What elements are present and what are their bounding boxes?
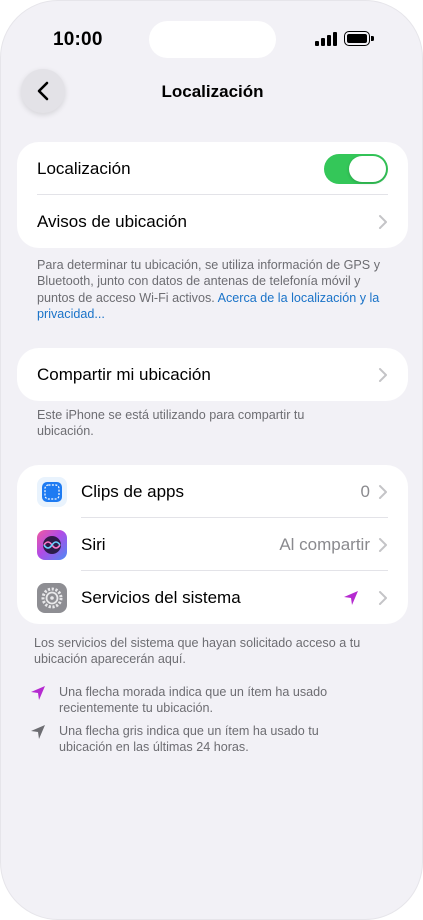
apps-location-group: Clips de apps 0 Siri Al compartir Servic…: [17, 465, 408, 624]
location-settings-group: Localización Avisos de ubicación: [17, 142, 408, 248]
apps-footnote: Los servicios del sistema que hayan soli…: [34, 636, 361, 667]
siri-row[interactable]: Siri Al compartir: [17, 518, 408, 571]
location-services-row: Localización: [17, 142, 408, 195]
chevron-right-icon: [379, 367, 387, 382]
location-arrow-purple-icon: [31, 686, 45, 700]
app-clips-label: Clips de apps: [81, 481, 185, 501]
page-title: Localización: [161, 82, 264, 101]
location-arrow-purple-icon: [344, 590, 358, 605]
chevron-right-icon: [379, 590, 387, 605]
status-time: 10:00: [53, 29, 103, 50]
location-services-toggle[interactable]: [324, 153, 388, 184]
system-gear-icon: [37, 582, 67, 613]
app-clips-icon: [37, 476, 67, 507]
siri-value: Al compartir: [279, 534, 370, 554]
share-location-group: Compartir mi ubicación: [17, 348, 408, 401]
app-clips-value: 0: [360, 481, 370, 501]
system-services-label: Servicios del sistema: [81, 587, 241, 607]
battery-icon: [344, 31, 374, 46]
chevron-right-icon: [379, 537, 387, 552]
system-services-row[interactable]: Servicios del sistema: [17, 571, 408, 624]
app-clips-row[interactable]: Clips de apps 0: [17, 465, 408, 518]
status-bar: 10:00: [1, 1, 422, 71]
cellular-signal-icon: [315, 32, 337, 46]
share-footnote: Este iPhone se está utilizando para comp…: [37, 408, 305, 439]
legend-purple: Una flecha morada indica que un ítem ha …: [29, 684, 399, 717]
location-arrow-gray-icon: [31, 725, 45, 739]
siri-label: Siri: [81, 534, 106, 554]
dynamic-island: [149, 21, 276, 58]
share-location-label: Compartir mi ubicación: [37, 364, 211, 384]
legend-purple-text: Una flecha morada indica que un ítem ha …: [59, 685, 328, 716]
location-alerts-label: Avisos de ubicación: [37, 211, 187, 231]
chevron-right-icon: [379, 484, 387, 499]
siri-icon: [37, 529, 67, 560]
chevron-right-icon: [379, 214, 387, 229]
location-services-label: Localización: [37, 158, 131, 178]
location-alerts-row[interactable]: Avisos de ubicación: [17, 195, 408, 248]
legend-gray: Una flecha gris indica que un ítem ha us…: [29, 723, 399, 756]
phone-screen: 10:00 Localización Localización Avisos d…: [0, 0, 423, 920]
location-footnote: Para determinar tu ubicación, se utiliza…: [37, 257, 392, 322]
legend-gray-text: Una flecha gris indica que un ítem ha us…: [59, 724, 319, 755]
share-location-row[interactable]: Compartir mi ubicación: [17, 348, 408, 401]
